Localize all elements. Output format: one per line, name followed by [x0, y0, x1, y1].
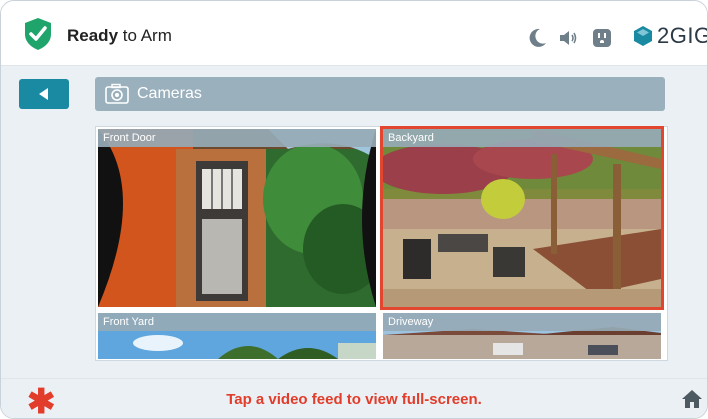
back-arrow-icon	[39, 88, 48, 100]
status-rest: to Arm	[118, 26, 172, 45]
brand-logo: 2GIG	[633, 23, 708, 49]
feed-backyard-image	[383, 129, 661, 307]
camera-grid: Front Door Backyard Front Yard Driveway	[95, 126, 668, 361]
feed-label: Driveway	[383, 313, 661, 331]
camera-icon	[105, 83, 129, 104]
home-icon[interactable]	[681, 388, 703, 410]
outlet-icon[interactable]	[591, 27, 613, 49]
camera-feed-driveway[interactable]: Driveway	[383, 313, 661, 359]
status-strong: Ready	[67, 26, 119, 45]
camera-feed-backyard[interactable]: Backyard	[380, 126, 664, 310]
moon-icon[interactable]	[526, 27, 548, 49]
top-bar: Ready to Arm 2GIG	[1, 1, 707, 66]
feed-label: Front Yard	[98, 313, 376, 331]
feed-front-door-image	[98, 129, 376, 307]
bottom-bar: ✱ Tap a video feed to view full-screen.	[1, 378, 707, 418]
main-content: Cameras Front Door Backyard Front Yard D…	[1, 66, 707, 378]
speaker-icon[interactable]	[557, 27, 579, 49]
shield-check-icon	[25, 18, 51, 50]
feed-label: Backyard	[383, 129, 661, 147]
camera-feed-front-door[interactable]: Front Door	[98, 129, 376, 307]
page-title-bar: Cameras	[95, 77, 665, 111]
brand-text: 2GIG	[657, 23, 708, 48]
page-title: Cameras	[137, 85, 202, 102]
back-button[interactable]	[19, 79, 69, 109]
system-status[interactable]: Ready to Arm	[67, 26, 172, 46]
app-frame: Ready to Arm 2GIG Cameras Front Door Bac…	[0, 0, 708, 419]
hint-text: Tap a video feed to view full-screen.	[226, 391, 482, 408]
camera-feed-front-yard[interactable]: Front Yard	[98, 313, 376, 359]
feed-label: Front Door	[98, 129, 376, 147]
brand-mark-icon	[634, 26, 652, 46]
